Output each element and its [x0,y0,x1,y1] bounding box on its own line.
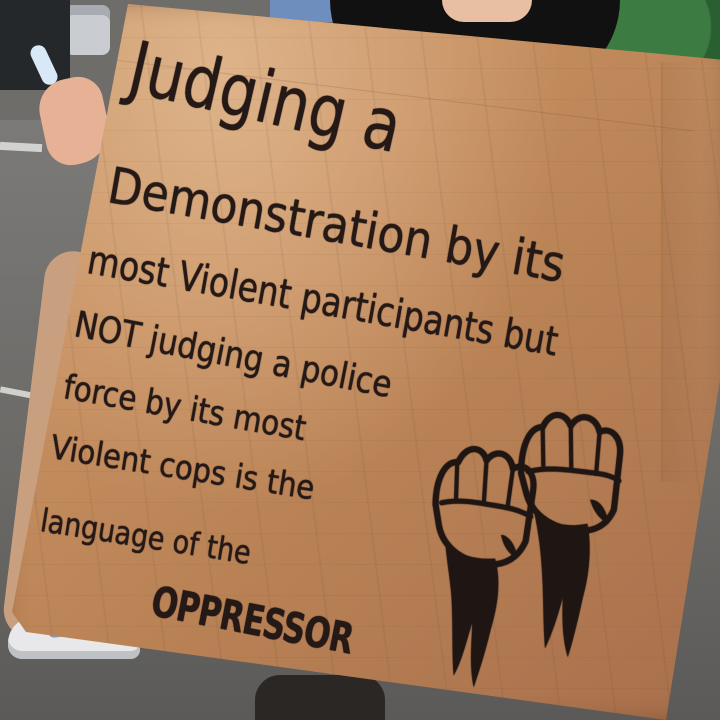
sign-line-1: Judging a [121,25,410,170]
protester-neck [442,0,532,22]
raised-fist-icon [507,405,628,664]
raised-fist-icon [518,412,624,658]
cardboard-sign: Judging a Demonstration by its most Viol… [12,4,720,720]
parked-car [65,5,110,55]
protester-bottom-leg [255,675,385,720]
sign-line-8: OPPRESSOR [147,576,358,664]
photo-scene: Judging a Demonstration by its most Viol… [0,0,720,720]
sign-line-7: language of the [38,501,254,572]
cardboard-flap [661,62,720,482]
